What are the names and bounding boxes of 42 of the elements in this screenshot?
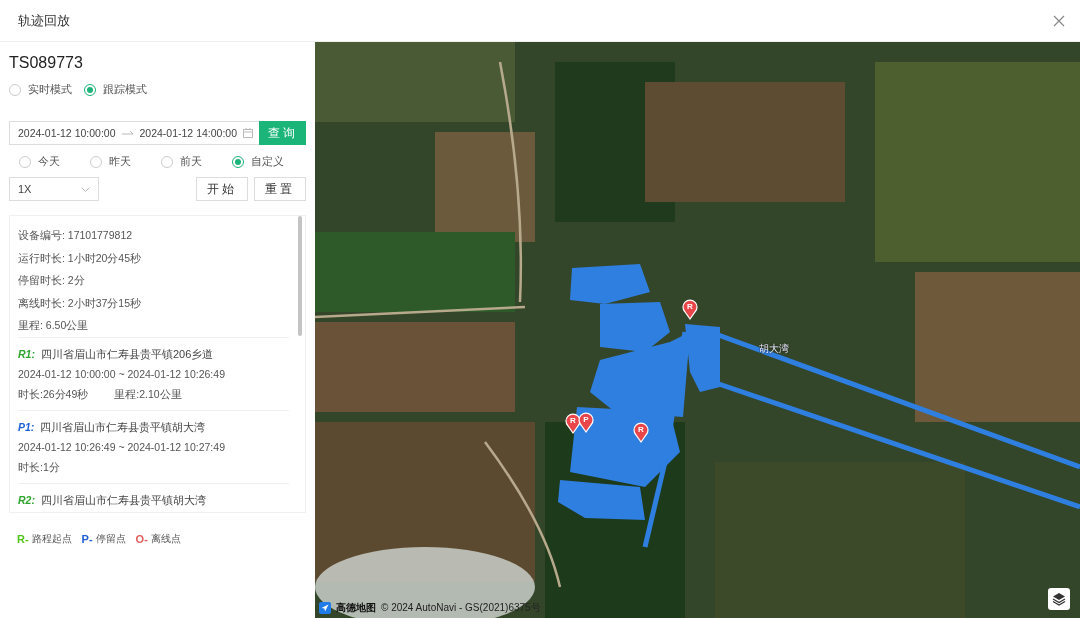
date-range-field[interactable]: 2024-01-12 10:00:00 2024-01-12 14:00:00 — [9, 121, 259, 145]
map-marker[interactable]: R — [633, 422, 649, 443]
action-button[interactable]: 重置 — [254, 177, 306, 201]
action-button[interactable]: 开始 — [196, 177, 248, 201]
speed-select[interactable]: 1X — [9, 177, 99, 201]
range-radio[interactable]: 自定义 — [232, 154, 303, 169]
segment-duration: 时长:26分49秒 — [18, 386, 89, 402]
range-radio[interactable]: 昨天 — [90, 154, 161, 169]
legend-item: R- 路程起点 — [17, 533, 72, 546]
layers-button[interactable] — [1048, 588, 1070, 610]
legend-item: P- 停留点 — [81, 533, 126, 546]
range-radio[interactable]: 今天 — [19, 154, 90, 169]
segment-address: 四川省眉山市仁寿县贵平镇胡大湾 — [40, 492, 206, 508]
segment-tag: R2: — [18, 489, 35, 510]
map-marker[interactable]: P — [578, 412, 594, 433]
device-code: TS089773 — [9, 54, 84, 72]
segment-tag: P1: — [18, 416, 35, 437]
place-label: 胡大湾 — [759, 342, 789, 356]
mode-radio[interactable]: 跟踪模式 — [84, 82, 147, 97]
segment-mileage: 里程:2.10公里 — [114, 386, 182, 402]
summary-line: 离线时长: 2小时37分15秒 — [18, 295, 143, 311]
summary-line: 运行时长: 1小时20分45秒 — [18, 250, 143, 266]
summary-line: 停留时长: 2分 — [18, 273, 86, 288]
segment-duration: 时长:1分 — [18, 459, 60, 475]
legend-item: O- 离线点 — [135, 533, 181, 546]
segment-time: 2024-01-12 10:26:49 ~ 2024-01-12 10:27:49 — [18, 439, 225, 455]
calendar-icon — [243, 128, 253, 138]
summary-line: 设备编号: 17101779812 — [18, 228, 134, 243]
scrollbar[interactable] — [298, 216, 302, 336]
mode-radio[interactable]: 实时模式 — [9, 82, 72, 97]
chevron-down-icon — [81, 186, 90, 192]
range-radio[interactable]: 前天 — [161, 154, 232, 169]
segment-tag: R1: — [18, 343, 35, 364]
segment-address: 四川省眉山市仁寿县贵平镇206乡道 — [40, 346, 214, 362]
navigation-arrow-icon — [319, 602, 331, 614]
segment-time: 2024-01-12 10:00:00 ~ 2024-01-12 10:26:49 — [18, 366, 225, 382]
close-button[interactable] — [1052, 13, 1066, 28]
summary-line: 里程: 6.50公里 — [18, 318, 90, 333]
segment-address: 四川省眉山市仁寿县贵平镇胡大湾 — [40, 419, 206, 435]
map-provider: 高德地图 — [336, 601, 376, 615]
map-marker[interactable]: R — [682, 299, 698, 320]
window-title: 轨迹回放 — [18, 11, 70, 30]
